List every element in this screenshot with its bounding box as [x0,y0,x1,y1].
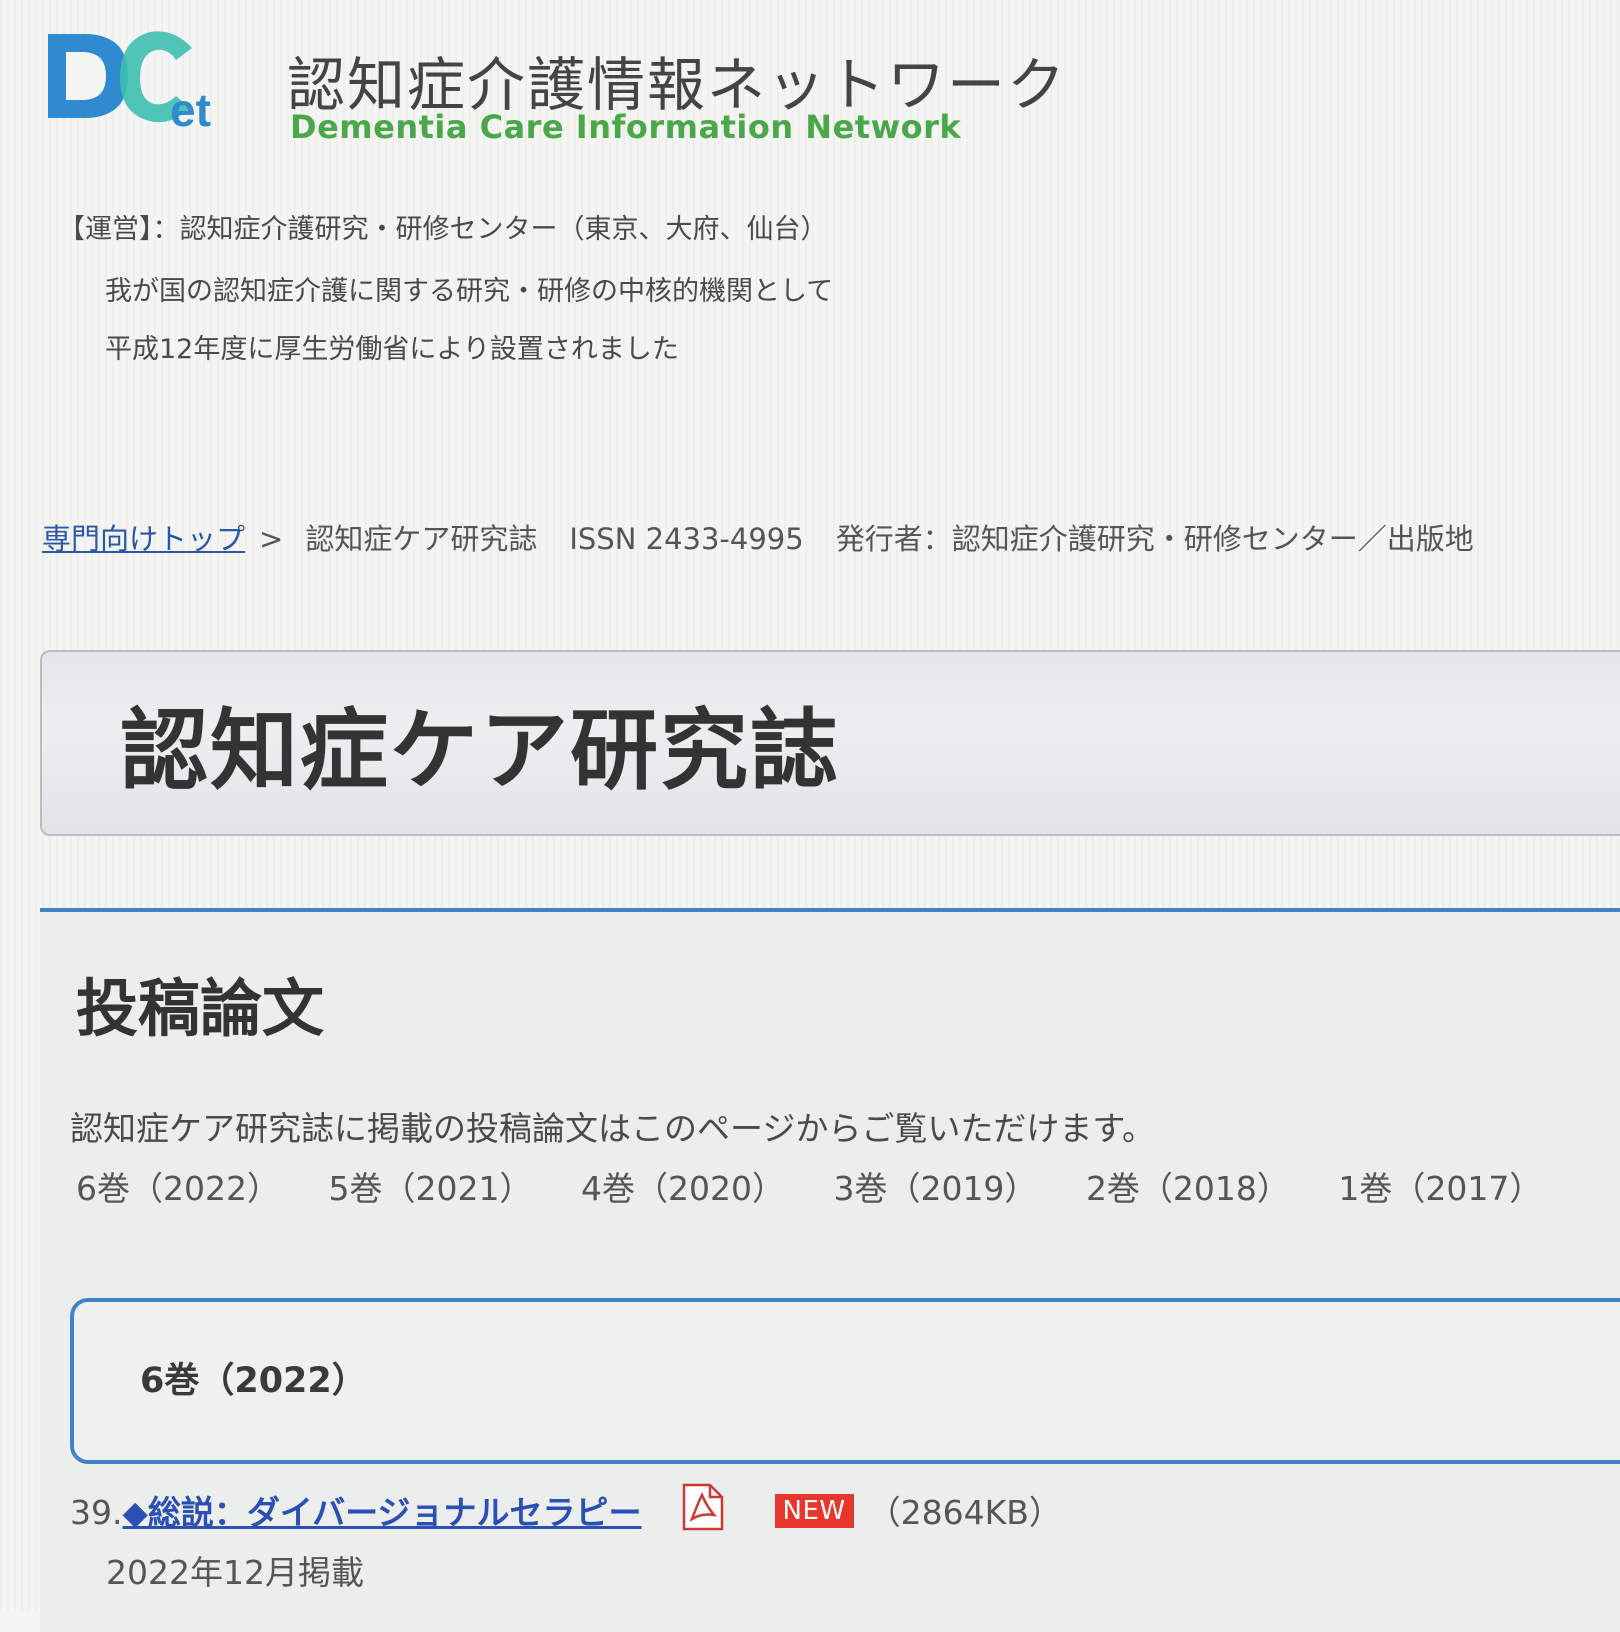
volume-links: 6巻（2022） 5巻（2021） 4巻（2020） 3巻（2019） 2巻（2… [76,1162,1580,1210]
page-title: 認知症ケア研究誌 [120,699,841,802]
article-date: 2022年12月掲載 [106,1553,364,1592]
breadcrumb: 専門向けトップ > 認知症ケア研究誌 ISSN 2433-4995 発行者：認知症介護研… [42,516,1474,558]
volume-link-5[interactable]: 5巻（2021） [328,1169,532,1208]
volume-link-2[interactable]: 2巻（2018） [1086,1169,1290,1208]
breadcrumb-issn: ISSN 2433-4995 [569,522,804,556]
article-file-size: （2864KB） [867,1493,1062,1532]
intro-line-2: 平成12年度に厚生労働省により設置されました [105,334,679,365]
operator-info: 【運営】：認知症介護研究・研修センター（東京、大府、仙台） [58,214,828,245]
volume-link-1[interactable]: 1巻（2017） [1338,1169,1542,1208]
article-number: 39. [70,1493,123,1532]
dcnet-logo-graphic: et [48,31,211,136]
dcnet-logo[interactable]: et [42,22,252,140]
volume-link-6[interactable]: 6巻（2022） [76,1169,280,1208]
new-badge: NEW [774,1493,854,1528]
breadcrumb-publisher: 発行者：認知症介護研究・研修センター／出版地 [835,522,1474,556]
site-subtitle: Dementia Care Information Network [290,108,962,146]
volume-heading: 6巻（2022） [140,1361,367,1401]
intro-line-1: 我が国の認知症介護に関する研究・研修の中核的機関として [105,276,834,307]
svg-text:et: et [170,84,211,136]
breadcrumb-current: 認知症ケア研究誌 [305,522,538,556]
breadcrumb-separator: > [259,522,284,556]
breadcrumb-home-link[interactable]: 専門向けトップ [42,522,245,556]
article-entry: 39.◆総説：ダイバージョナルセラピー NEW （2864KB） [70,1483,1062,1539]
submitted-papers-section: 投稿論文 認知症ケア研究誌に掲載の投稿論文はこのページからご覧いただけます。 6… [40,908,1620,1632]
section-title: 投稿論文 [76,972,325,1045]
page-title-box: 認知症ケア研究誌 [40,650,1620,836]
article-link[interactable]: ◆総説：ダイバージョナルセラピー [122,1493,641,1532]
section-description: 認知症ケア研究誌に掲載の投稿論文はこのページからご覧いただけます。 [70,1109,1156,1148]
volume-link-4[interactable]: 4巻（2020） [581,1169,785,1208]
pdf-icon[interactable] [680,1483,724,1531]
volume-link-3[interactable]: 3巻（2019） [833,1169,1037,1208]
volume-heading-box: 6巻（2022） [70,1298,1620,1464]
